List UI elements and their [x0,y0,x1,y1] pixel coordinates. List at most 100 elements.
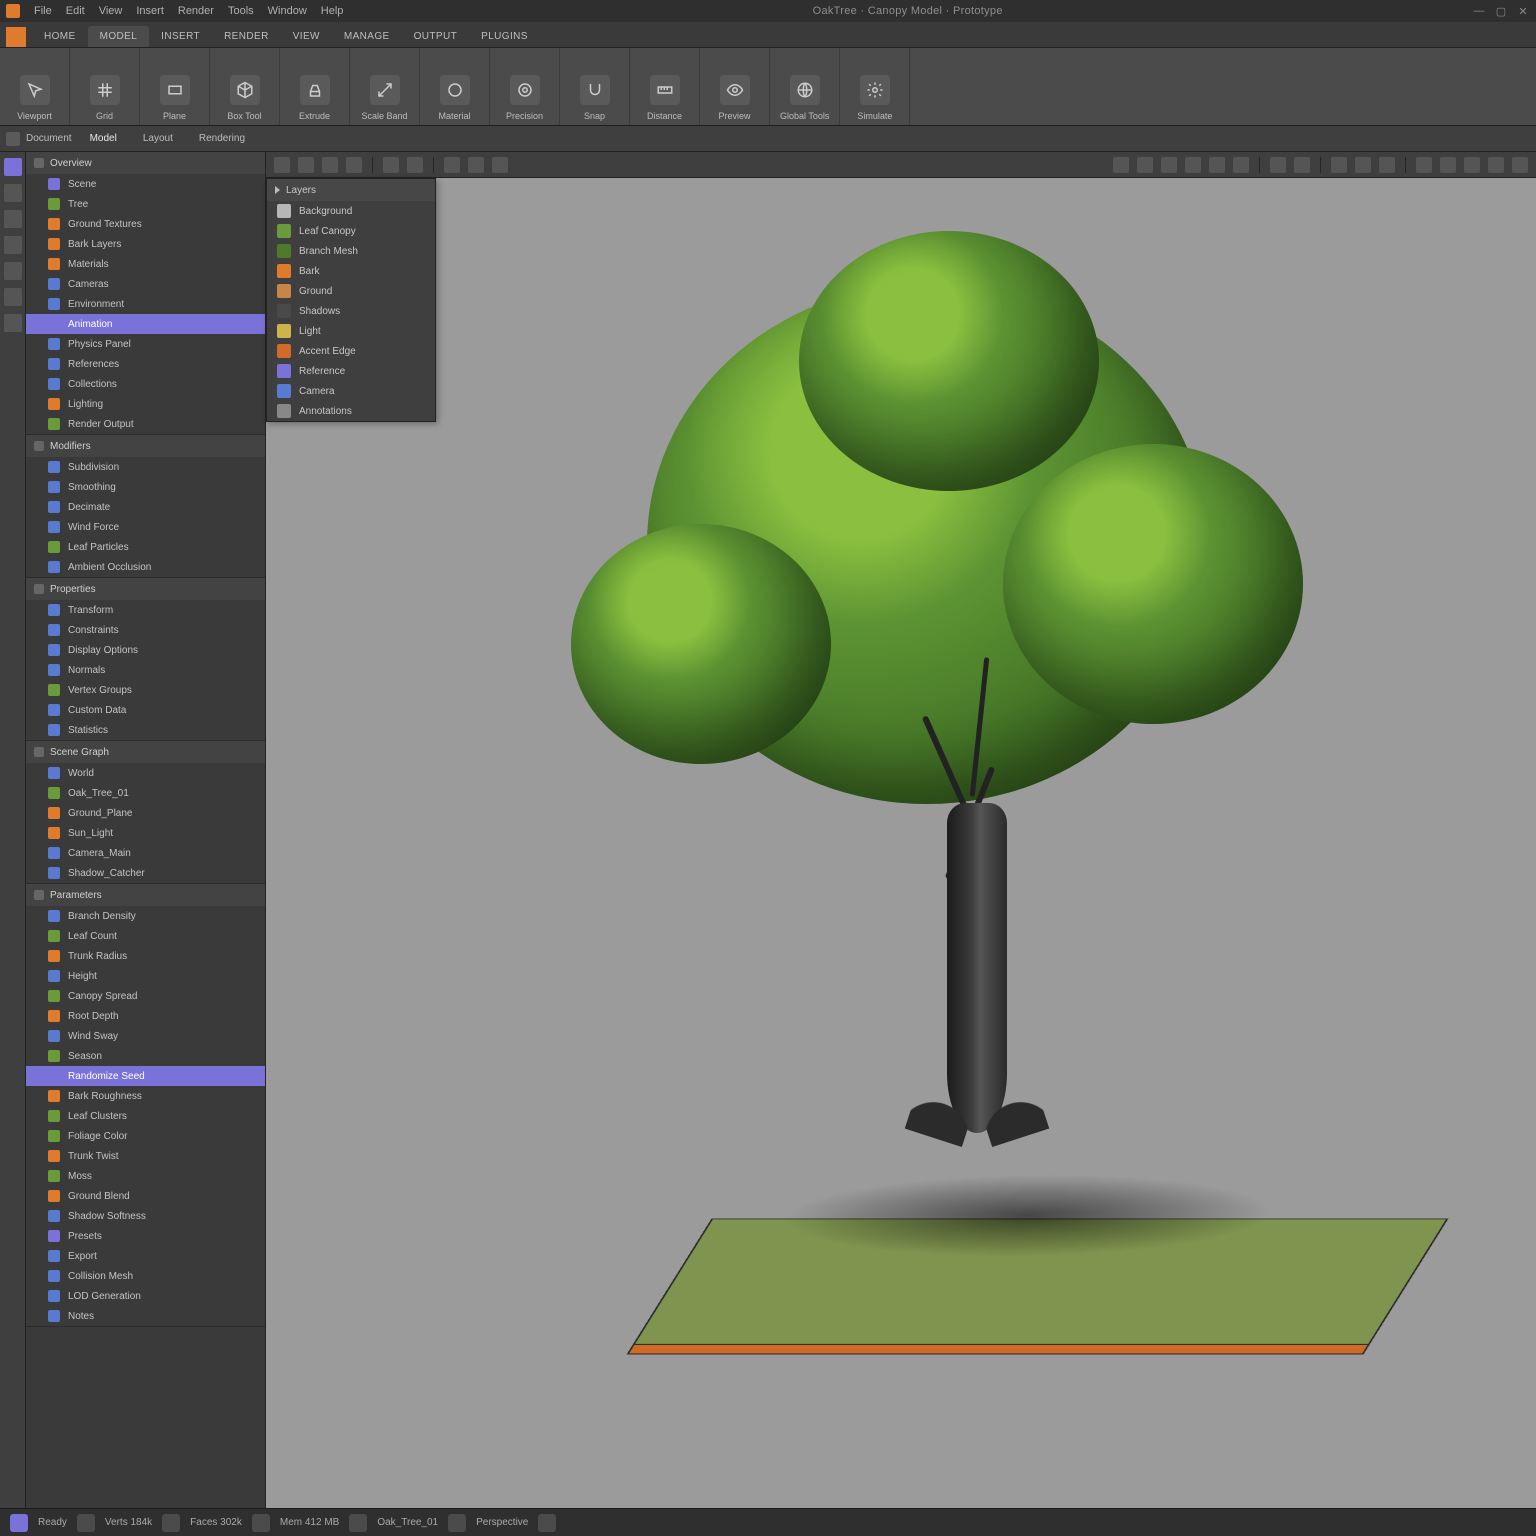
ribbon-group-distance[interactable]: Distance [630,48,700,125]
ribbon-group-simulate[interactable]: Simulate [840,48,910,125]
panel-item-lighting[interactable]: Lighting [26,394,265,414]
panel-item-shadow-softness[interactable]: Shadow Softness [26,1206,265,1226]
sub-tab-layout[interactable]: Layout [143,133,173,144]
grid-icon[interactable] [468,157,484,173]
panel-item-leaf-particles[interactable]: Leaf Particles [26,537,265,557]
status-icon[interactable] [349,1514,367,1532]
panel-item-vertex-groups[interactable]: Vertex Groups [26,680,265,700]
panel-section-header[interactable]: Properties [26,578,265,600]
layers-icon[interactable] [1464,157,1480,173]
panel-item-transform[interactable]: Transform [26,600,265,620]
minimize-icon[interactable]: — [1472,4,1486,18]
menu-render[interactable]: Render [178,5,214,17]
panel-item-environment[interactable]: Environment [26,294,265,314]
ribbon-tab-plugins[interactable]: PLUGINS [469,26,540,47]
sub-tab-model[interactable]: Model [90,133,117,144]
scale-icon[interactable] [346,157,362,173]
panel-item-foliage-color[interactable]: Foliage Color [26,1126,265,1146]
move-icon[interactable] [298,157,314,173]
panel-item-canopy-spread[interactable]: Canopy Spread [26,986,265,1006]
zoom-in-icon[interactable] [1355,157,1371,173]
zoom-fit-icon[interactable] [1331,157,1347,173]
panel-item-scene[interactable]: Scene [26,174,265,194]
menu-edit[interactable]: Edit [66,5,85,17]
panel-section-header[interactable]: Scene Graph [26,741,265,763]
shade-flat-icon[interactable] [1113,157,1129,173]
panel-item-branch-density[interactable]: Branch Density [26,906,265,926]
panel-item-presets[interactable]: Presets [26,1226,265,1246]
ribbon-tab-insert[interactable]: INSERT [149,26,212,47]
panel-section-header[interactable]: Modifiers [26,435,265,457]
ribbon-tab-view[interactable]: VIEW [281,26,332,47]
ribbon-group-precision[interactable]: Precision [490,48,560,125]
rotate-icon[interactable] [322,157,338,173]
panel-item-camera_main[interactable]: Camera_Main [26,843,265,863]
ribbon-group-viewport[interactable]: Viewport [0,48,70,125]
render-icon[interactable] [1233,157,1249,173]
panel-item-wind-sway[interactable]: Wind Sway [26,1026,265,1046]
material-icon[interactable] [1209,157,1225,173]
ribbon-tab-output[interactable]: OUTPUT [402,26,470,47]
viewport-canvas[interactable] [266,178,1536,1508]
panel-item-lod-generation[interactable]: LOD Generation [26,1286,265,1306]
panel-item-subdivision[interactable]: Subdivision [26,457,265,477]
ribbon-group-grid[interactable]: Grid [70,48,140,125]
vtab-render-icon[interactable] [4,236,22,254]
panel-item-tree[interactable]: Tree [26,194,265,214]
ribbon-tab-render[interactable]: RENDER [212,26,281,47]
panel-item-custom-data[interactable]: Custom Data [26,700,265,720]
status-icon[interactable] [538,1514,556,1532]
panel-item-collections[interactable]: Collections [26,374,265,394]
menu-file[interactable]: File [34,5,52,17]
panel-item-collision-mesh[interactable]: Collision Mesh [26,1266,265,1286]
settings-icon[interactable] [1440,157,1456,173]
select-icon[interactable] [274,157,290,173]
shade-smooth-icon[interactable] [1137,157,1153,173]
ribbon-group-extrude[interactable]: Extrude [280,48,350,125]
ribbon-tab-manage[interactable]: MANAGE [332,26,402,47]
status-icon[interactable] [448,1514,466,1532]
menu-tools[interactable]: Tools [228,5,254,17]
erase-icon[interactable] [407,157,423,173]
sub-tab-rendering[interactable]: Rendering [199,133,245,144]
vtab-model-icon[interactable] [4,184,22,202]
axis-icon[interactable] [492,157,508,173]
panel-item-ground-blend[interactable]: Ground Blend [26,1186,265,1206]
status-icon[interactable] [10,1514,28,1532]
snap-icon[interactable] [444,157,460,173]
ribbon-group-material[interactable]: Material [420,48,490,125]
maximize-icon[interactable]: ▢ [1494,4,1508,18]
panel-item-ambient-occlusion[interactable]: Ambient Occlusion [26,557,265,577]
brush-icon[interactable] [383,157,399,173]
panel-item-randomize-seed[interactable]: Randomize Seed [26,1066,265,1086]
vtab-anim-icon[interactable] [4,288,22,306]
panel-item-normals[interactable]: Normals [26,660,265,680]
panel-item-sun_light[interactable]: Sun_Light [26,823,265,843]
panel-item-materials[interactable]: Materials [26,254,265,274]
vtab-settings-icon[interactable] [4,314,22,332]
panel-item-wind-force[interactable]: Wind Force [26,517,265,537]
panel-item-shadow_catcher[interactable]: Shadow_Catcher [26,863,265,883]
ribbon-group-scale-band[interactable]: Scale Band [350,48,420,125]
menu-window[interactable]: Window [268,5,307,17]
zoom-out-icon[interactable] [1379,157,1395,173]
panel-item-render-output[interactable]: Render Output [26,414,265,434]
status-icon[interactable] [77,1514,95,1532]
record-icon[interactable] [1488,157,1504,173]
camera-icon[interactable] [1270,157,1286,173]
panel-item-height[interactable]: Height [26,966,265,986]
ribbon-group-preview[interactable]: Preview [700,48,770,125]
panel-section-header[interactable]: Parameters [26,884,265,906]
status-icon[interactable] [252,1514,270,1532]
panel-item-display-options[interactable]: Display Options [26,640,265,660]
panel-item-bark-roughness[interactable]: Bark Roughness [26,1086,265,1106]
panel-item-constraints[interactable]: Constraints [26,620,265,640]
vtab-material-icon[interactable] [4,210,22,228]
vtab-scene-icon[interactable] [4,158,22,176]
viewport[interactable]: Layers BackgroundLeaf CanopyBranch MeshB… [266,152,1536,1508]
panel-item-bark-layers[interactable]: Bark Layers [26,234,265,254]
panel-item-season[interactable]: Season [26,1046,265,1066]
ortho-icon[interactable] [1294,157,1310,173]
panel-item-physics-panel[interactable]: Physics Panel [26,334,265,354]
panel-item-cameras[interactable]: Cameras [26,274,265,294]
